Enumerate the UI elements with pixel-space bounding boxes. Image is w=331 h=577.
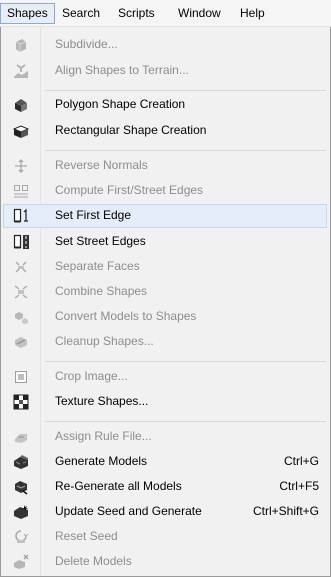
generate-models-icon xyxy=(13,454,30,470)
separate-faces-icon xyxy=(13,259,30,275)
menu-item-regenerate-all-models[interactable]: Re-Generate all Models Ctrl+F5 xyxy=(3,475,327,499)
cleanup-shapes-icon xyxy=(13,334,30,350)
menu-item-label: Assign Rule File... xyxy=(55,429,152,443)
subdivide-icon xyxy=(13,37,30,53)
convert-models-icon xyxy=(13,309,30,325)
menu-item-reset-seed[interactable]: Reset Seed xyxy=(3,525,327,549)
menu-item-label: Re-Generate all Models xyxy=(55,479,182,493)
menu-scripts[interactable]: Scripts xyxy=(112,3,161,24)
menu-item-texture-shapes[interactable]: Texture Shapes... xyxy=(3,390,327,414)
menu-item-label: Set Street Edges xyxy=(55,234,146,248)
menu-item-label: Texture Shapes... xyxy=(55,394,149,408)
compute-edges-icon xyxy=(13,183,30,199)
shortcut-label: Ctrl+Shift+G xyxy=(252,504,319,518)
menu-bar: Shapes Search Scripts Window Help xyxy=(0,0,331,27)
shapes-dropdown-menu: Subdivide... Align Shapes to Terrain... … xyxy=(0,27,331,577)
menu-item-crop-image[interactable]: Crop Image... xyxy=(3,365,327,389)
menu-item-label: Reverse Normals xyxy=(55,158,148,172)
regenerate-models-icon xyxy=(13,479,30,495)
menu-item-label: Convert Models to Shapes xyxy=(55,309,197,323)
menu-item-set-first-edge[interactable]: Set First Edge xyxy=(3,204,327,228)
menu-window[interactable]: Window xyxy=(172,3,227,24)
shortcut-label: Ctrl+G xyxy=(283,454,319,468)
menu-search[interactable]: Search xyxy=(56,3,106,24)
menu-item-rectangular-shape-creation[interactable]: Rectangular Shape Creation xyxy=(3,119,327,143)
menu-item-set-street-edges[interactable]: Set Street Edges xyxy=(3,230,327,254)
menu-item-label: Delete Models xyxy=(55,554,132,568)
rectangle-shape-icon xyxy=(13,123,30,139)
texture-shapes-icon xyxy=(13,394,30,410)
menu-item-label: Set First Edge xyxy=(55,208,132,222)
delete-models-icon xyxy=(13,554,30,570)
menu-item-label: Separate Faces xyxy=(55,259,140,273)
shortcut-label: Ctrl+F5 xyxy=(279,479,319,493)
combine-shapes-icon xyxy=(13,284,30,300)
menu-item-label: Crop Image... xyxy=(55,369,128,383)
menu-item-label: Polygon Shape Creation xyxy=(55,97,186,111)
menu-item-label: Rectangular Shape Creation xyxy=(55,123,207,137)
separator xyxy=(45,421,326,422)
crop-image-icon xyxy=(13,369,30,385)
menu-item-label: Subdivide... xyxy=(55,37,118,51)
separator xyxy=(45,150,326,151)
menu-item-update-seed-and-generate[interactable]: Update Seed and Generate Ctrl+Shift+G xyxy=(3,500,327,524)
street-edges-icon xyxy=(13,234,30,250)
menu-item-label: Reset Seed xyxy=(55,529,118,543)
menu-item-label: Cleanup Shapes... xyxy=(55,334,154,348)
menu-item-assign-rule-file[interactable]: Assign Rule File... xyxy=(3,425,327,449)
menu-item-label: Update Seed and Generate xyxy=(55,504,202,518)
menu-item-separate-faces[interactable]: Separate Faces xyxy=(3,255,327,279)
align-terrain-icon xyxy=(13,63,30,79)
menu-item-combine-shapes[interactable]: Combine Shapes xyxy=(3,280,327,304)
menu-item-polygon-shape-creation[interactable]: Polygon Shape Creation xyxy=(3,93,327,117)
menu-item-label: Generate Models xyxy=(55,454,148,468)
reset-seed-icon xyxy=(13,529,30,545)
menu-item-label: Align Shapes to Terrain... xyxy=(55,63,189,77)
menu-item-cleanup-shapes[interactable]: Cleanup Shapes... xyxy=(3,330,327,354)
menu-item-delete-models[interactable]: Delete Models xyxy=(3,550,327,574)
reverse-normals-icon xyxy=(13,158,30,174)
assign-rule-icon xyxy=(13,429,30,445)
update-seed-icon xyxy=(13,504,30,520)
separator xyxy=(45,361,326,362)
menu-item-reverse-normals[interactable]: Reverse Normals xyxy=(3,154,327,178)
menu-shapes[interactable]: Shapes xyxy=(0,3,55,24)
menu-item-convert-models-to-shapes[interactable]: Convert Models to Shapes xyxy=(3,305,327,329)
menu-item-label: Combine Shapes xyxy=(55,284,148,298)
first-edge-icon xyxy=(13,208,30,224)
menu-item-compute-first-street-edges[interactable]: Compute First/Street Edges xyxy=(3,179,327,203)
menu-item-subdivide[interactable]: Subdivide... xyxy=(3,33,327,57)
menu-item-label: Compute First/Street Edges xyxy=(55,183,204,197)
menu-item-generate-models[interactable]: Generate Models Ctrl+G xyxy=(3,450,327,474)
polygon-shape-icon xyxy=(13,97,30,113)
separator xyxy=(45,90,326,91)
menu-item-align-shapes-to-terrain[interactable]: Align Shapes to Terrain... xyxy=(3,59,327,83)
menu-help[interactable]: Help xyxy=(234,3,271,24)
